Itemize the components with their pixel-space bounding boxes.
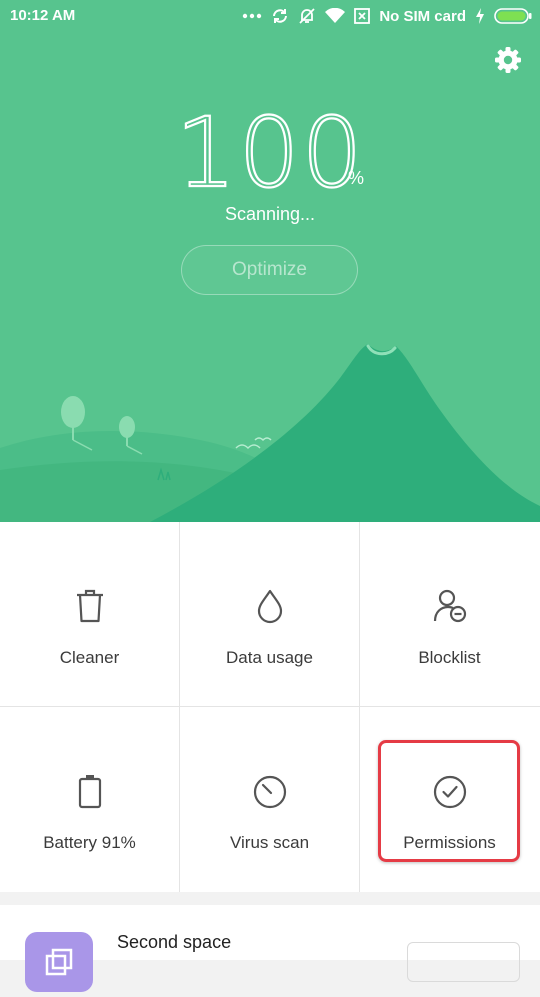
sim-off-icon <box>354 8 371 24</box>
more-dots-icon <box>243 13 262 19</box>
optimize-button[interactable]: Optimize <box>181 245 358 295</box>
second-space-button[interactable] <box>407 942 520 982</box>
tile-virus-scan[interactable]: Virus scan <box>180 707 359 891</box>
scan-icon <box>253 775 286 809</box>
score-display: 100 <box>0 96 540 210</box>
alarm-off-icon <box>299 8 315 24</box>
tile-label: Blocklist <box>418 648 481 667</box>
landscape-illustration <box>0 344 540 522</box>
sync-icon <box>273 9 288 23</box>
tile-cleaner[interactable]: Cleaner <box>0 522 179 706</box>
score-unit: % <box>348 168 365 188</box>
person-block-icon <box>433 589 466 623</box>
scan-status: Scanning... <box>224 204 316 224</box>
status-time: 10:12 AM <box>10 7 76 24</box>
trash-icon <box>76 589 103 623</box>
battery-status-icon <box>494 8 532 24</box>
second-space-card[interactable]: Second space <box>0 905 540 992</box>
second-space-glyph <box>45 948 73 976</box>
svg-text:100: 100 <box>175 100 364 200</box>
security-hero: 10:12 AM No SIM card 100 % Scanning... O… <box>0 0 540 522</box>
wifi-icon <box>325 8 346 23</box>
drop-icon <box>257 589 282 624</box>
tile-blocklist[interactable]: Blocklist <box>360 522 539 706</box>
charging-icon <box>476 8 484 24</box>
battery-icon <box>78 775 101 809</box>
status-bar: 10:12 AM No SIM card <box>0 0 540 32</box>
carrier-label: No SIM card <box>379 7 466 25</box>
tile-label: Battery 91% <box>43 833 136 852</box>
tile-battery[interactable]: Battery 91% <box>0 707 179 891</box>
tile-label: Data usage <box>226 648 313 667</box>
second-space-title: Second space <box>117 932 232 952</box>
score-number: 100 <box>174 96 364 210</box>
permissions-highlight-box <box>378 740 520 862</box>
second-space-icon <box>25 932 93 992</box>
tile-label: Cleaner <box>59 648 120 667</box>
tile-label: Virus scan <box>229 833 310 852</box>
settings-gear-icon[interactable] <box>494 46 522 74</box>
tile-data-usage[interactable]: Data usage <box>180 522 359 706</box>
